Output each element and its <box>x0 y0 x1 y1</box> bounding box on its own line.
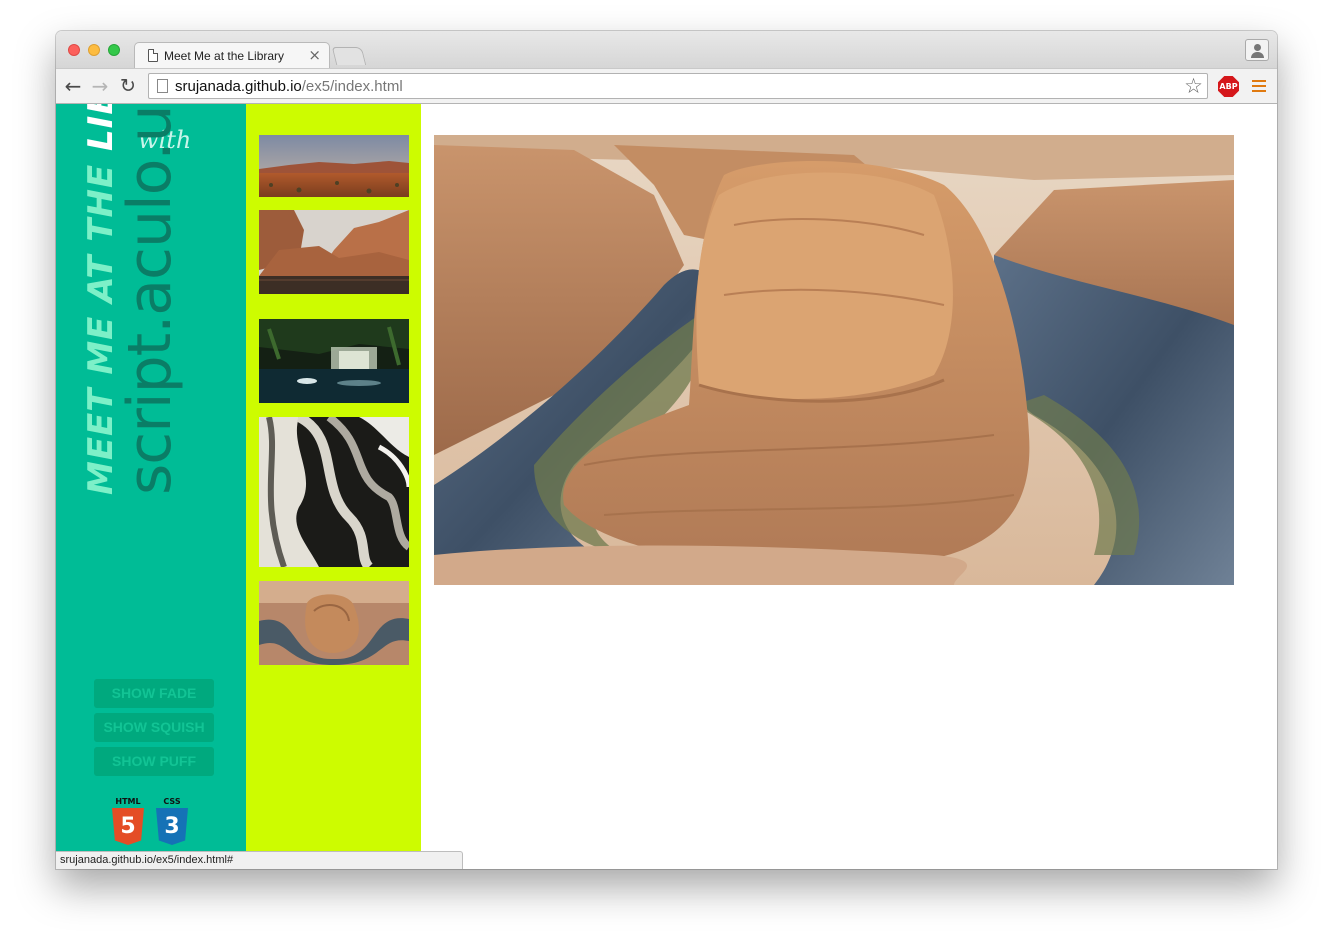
url-text[interactable]: srujanada.github.io/ex5/index.html <box>175 78 403 95</box>
menu-icon[interactable] <box>1252 80 1266 95</box>
browser-window: Meet Me at the Library × ← → ↻ srujanada… <box>56 31 1277 869</box>
thumbnail-desert-landscape[interactable] <box>259 135 409 197</box>
person-icon-body <box>1251 52 1264 58</box>
close-window-button[interactable] <box>68 44 80 56</box>
page-viewport: with MEET ME AT THE LIBRARY script.aculo… <box>56 104 1277 869</box>
show-puff-button[interactable]: SHOW PUFF <box>94 747 214 776</box>
title-bar: Meet Me at the Library × <box>56 31 1277 69</box>
new-tab-button[interactable] <box>331 47 367 65</box>
css3-logo-icon: 3 <box>156 808 188 845</box>
thumbnail-night-waterfall-pool[interactable] <box>259 319 409 403</box>
main-photo-horseshoe-bend <box>434 135 1234 585</box>
person-icon <box>1254 44 1261 51</box>
page-title: MEET ME AT THE LIBRARY script.aculo.us <box>81 104 185 495</box>
html5-logo-icon: 5 <box>112 808 144 845</box>
zoom-window-button[interactable] <box>108 44 120 56</box>
sidebar: with MEET ME AT THE LIBRARY script.aculo… <box>56 104 246 869</box>
minimize-window-button[interactable] <box>88 44 100 56</box>
thumbnail-strip <box>246 104 421 869</box>
thumbnail-canyon-river[interactable] <box>259 210 409 294</box>
adblock-icon[interactable]: ABP <box>1218 76 1239 97</box>
thumbnail-horseshoe-bend[interactable] <box>259 581 409 665</box>
tab-title: Meet Me at the Library <box>164 49 285 63</box>
browser-tab[interactable]: Meet Me at the Library × <box>134 42 330 69</box>
back-arrow-icon[interactable]: ← <box>62 74 84 98</box>
css3-badge: CSS 3 <box>155 797 189 845</box>
url-path: /ex5/index.html <box>301 78 403 95</box>
show-fade-button[interactable]: SHOW FADE <box>94 679 214 708</box>
reload-icon[interactable]: ↻ <box>117 74 139 98</box>
show-squish-button[interactable]: SHOW SQUISH <box>94 713 214 742</box>
html5-badge: HTML 5 <box>111 797 145 845</box>
url-host: srujanada.github.io <box>175 78 302 95</box>
status-bar: srujanada.github.io/ex5/index.html# <box>56 851 463 869</box>
profile-button[interactable] <box>1245 39 1269 61</box>
tab-close-icon[interactable]: × <box>308 46 321 64</box>
library-name: script.aculo.us <box>115 104 185 495</box>
css3-label: CSS <box>163 797 181 806</box>
browser-toolbar: ← → ↻ srujanada.github.io/ex5/index.html… <box>56 68 1277 104</box>
address-bar[interactable]: srujanada.github.io/ex5/index.html ☆ <box>148 73 1208 99</box>
bookmark-star-icon[interactable]: ☆ <box>1184 74 1203 98</box>
forward-arrow-icon[interactable]: → <box>89 74 111 98</box>
thumbnail-antelope-canyon-waves[interactable] <box>259 417 409 567</box>
page-info-icon[interactable] <box>157 79 168 93</box>
document-icon <box>148 49 158 62</box>
html5-label: HTML <box>115 797 141 806</box>
